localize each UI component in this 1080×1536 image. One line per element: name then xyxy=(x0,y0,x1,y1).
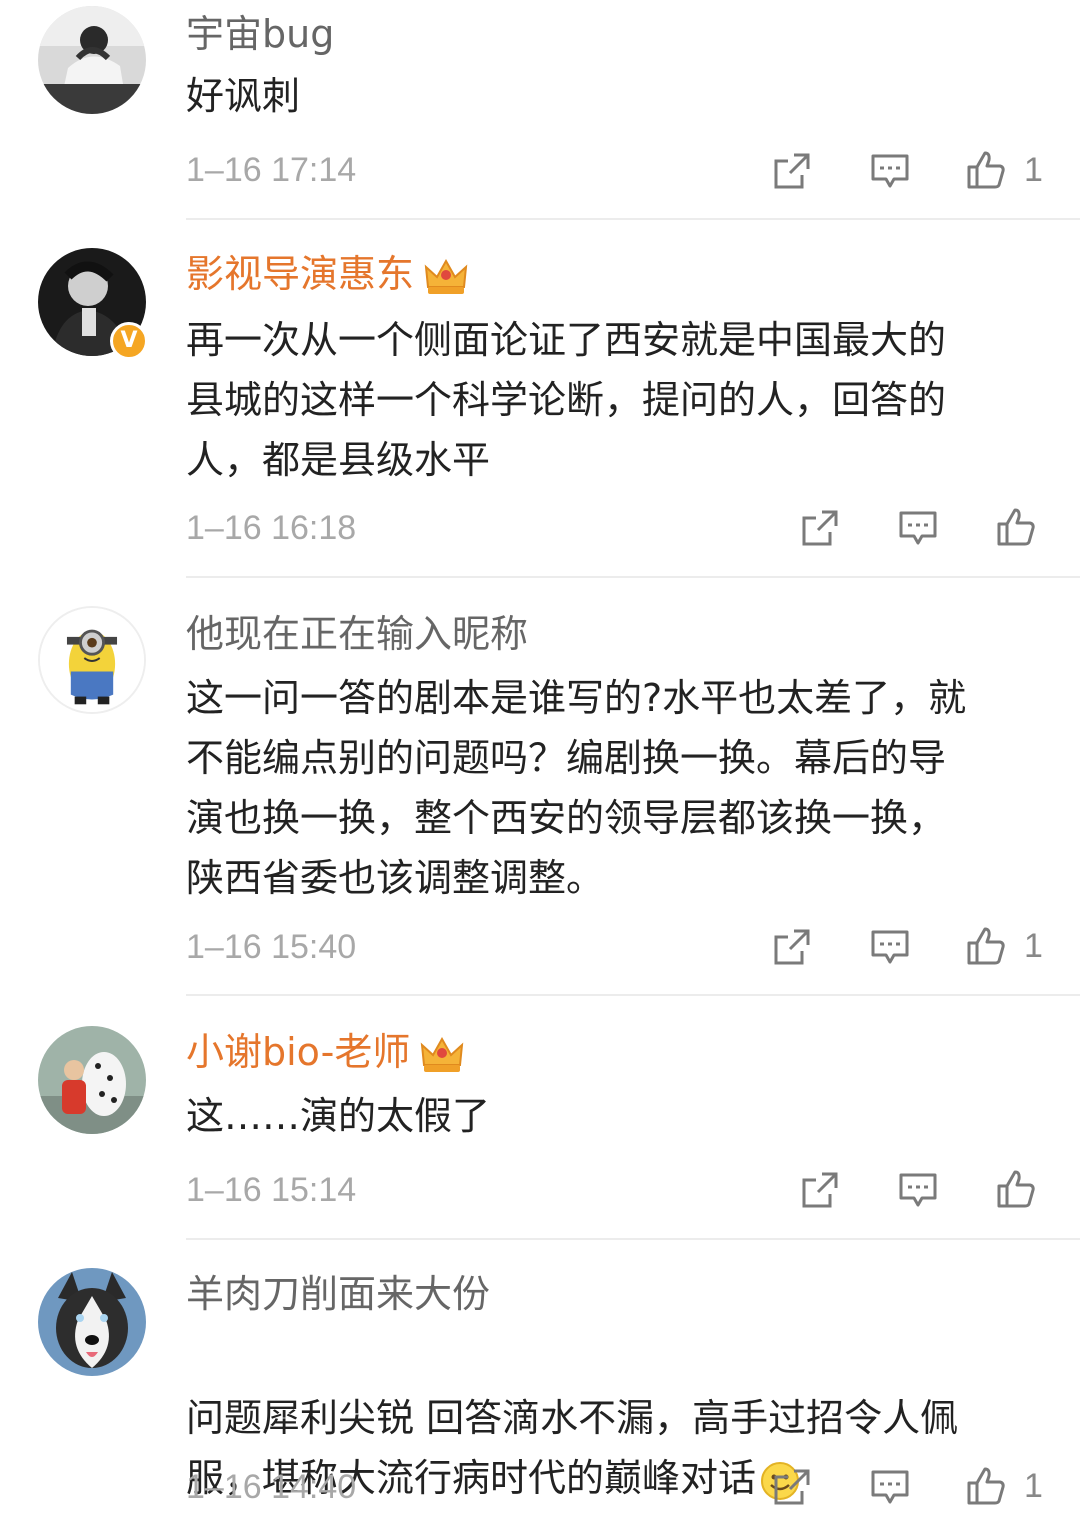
share-icon[interactable] xyxy=(800,1170,840,1210)
username-text[interactable]: 小谢bio-老师 xyxy=(186,1030,410,1074)
reply-icon[interactable] xyxy=(870,927,910,967)
divider xyxy=(186,994,1080,996)
comment-text: 这……演的太假了 xyxy=(186,1094,491,1138)
username[interactable]: 他现在正在输入昵称 xyxy=(186,610,528,658)
verified-badge-icon: V xyxy=(110,322,148,360)
comment-text: 再一次从一个侧面论证了西安就是中国最大的 县城的这样一个科学论断，提问的人，回答… xyxy=(186,318,947,482)
crown-icon xyxy=(424,258,468,294)
timestamp: 1–16 15:40 xyxy=(186,928,357,966)
avatar[interactable] xyxy=(38,606,146,714)
like-icon[interactable] xyxy=(996,507,1036,547)
username[interactable]: 宇宙bug xyxy=(186,10,334,58)
avatar[interactable] xyxy=(38,1026,146,1134)
share-icon[interactable] xyxy=(772,151,812,191)
timestamp: 1–16 15:14 xyxy=(186,1171,357,1209)
comment-text: 这一问一答的剧本是谁写的?水平也太差了，就 不能编点别的问题吗？编剧换一换。幕后… xyxy=(186,676,967,900)
avatar[interactable] xyxy=(38,6,146,114)
timestamp: 1–16 17:14 xyxy=(186,151,357,189)
like-icon[interactable] xyxy=(996,1169,1036,1209)
reply-icon[interactable] xyxy=(870,1467,910,1507)
like-count: 1 xyxy=(1024,1467,1043,1505)
like-icon[interactable] xyxy=(966,1466,1006,1506)
username-text[interactable]: 影视导演惠东 xyxy=(186,252,414,296)
timestamp: 1–16 14:40 xyxy=(186,1468,357,1506)
username[interactable]: 羊肉刀削面来大份 xyxy=(186,1270,490,1318)
crown-icon xyxy=(421,1036,464,1072)
share-icon[interactable] xyxy=(800,508,840,548)
divider xyxy=(186,576,1080,578)
comment-text: 好讽刺 xyxy=(186,74,301,118)
timestamp: 1–16 16:18 xyxy=(186,509,357,547)
reply-icon[interactable] xyxy=(870,151,910,191)
reply-icon[interactable] xyxy=(898,1170,938,1210)
share-icon[interactable] xyxy=(772,1467,812,1507)
reply-icon[interactable] xyxy=(898,508,938,548)
like-icon[interactable] xyxy=(966,926,1006,966)
share-icon[interactable] xyxy=(772,927,812,967)
username[interactable]: 影视导演惠东 xyxy=(186,250,468,298)
like-count: 1 xyxy=(1024,151,1043,189)
like-icon[interactable] xyxy=(966,150,1006,190)
divider xyxy=(186,1238,1080,1240)
divider xyxy=(186,218,1080,220)
like-count: 1 xyxy=(1024,927,1043,965)
avatar[interactable] xyxy=(38,1268,146,1376)
username[interactable]: 小谢bio-老师 xyxy=(186,1028,464,1076)
